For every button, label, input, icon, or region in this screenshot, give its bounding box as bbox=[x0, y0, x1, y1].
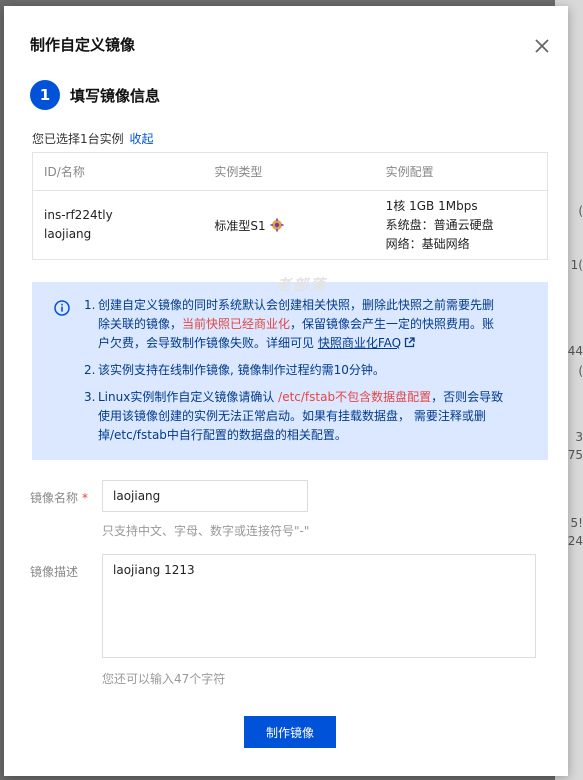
backdrop-text: ( bbox=[578, 204, 583, 218]
config-network: 网络：基础网络 bbox=[385, 236, 470, 251]
char-count-hint: 您还可以输入47个字符 bbox=[102, 672, 226, 686]
required-mark: * bbox=[82, 491, 89, 505]
notice-list: 1. 创建自定义镜像的同时系统默认会创建相关快照，删除此快照之前需要先删除关联的… bbox=[84, 296, 504, 453]
backdrop-text: 3 bbox=[575, 430, 583, 444]
notice-item: 2. 该实例支持在线制作镜像, 镜像制作过程约需10分钟。 bbox=[84, 363, 385, 377]
instance-id: ins-rf224tly bbox=[44, 208, 113, 222]
step-indicator: 1 填写镜像信息 bbox=[30, 80, 160, 110]
instance-name: laojiang bbox=[44, 227, 92, 241]
backdrop-text: 5! bbox=[570, 516, 583, 530]
column-header-config: 实例配置 bbox=[385, 165, 434, 179]
notice-item: 1. 创建自定义镜像的同时系统默认会创建相关快照，删除此快照之前需要先删除关联的… bbox=[84, 298, 495, 350]
image-desc-label: 镜像描述 bbox=[30, 565, 79, 579]
collapse-link[interactable]: 收起 bbox=[129, 132, 153, 146]
backdrop-text: 75 bbox=[567, 448, 583, 462]
instance-type: 标准型S1 bbox=[214, 218, 266, 233]
backdrop-text: 1( bbox=[570, 258, 583, 272]
image-name-input[interactable] bbox=[102, 480, 308, 512]
info-icon bbox=[54, 300, 70, 316]
close-icon[interactable] bbox=[532, 36, 552, 56]
step-title: 填写镜像信息 bbox=[70, 86, 161, 105]
image-name-hint: 只支持中文、字母、数字或连接符号"-" bbox=[102, 524, 310, 538]
selection-text: 您已选择1台实例 bbox=[32, 132, 124, 146]
instance-table: ID/名称 实例类型 实例配置 ins-rf224tly laojiang 标准… bbox=[32, 152, 548, 260]
selection-summary: 您已选择1台实例 收起 bbox=[32, 130, 153, 147]
config-disk: 系统盘：普通云硬盘 bbox=[385, 217, 494, 232]
notice-box: 1. 创建自定义镜像的同时系统默认会创建相关快照，删除此快照之前需要先删除关联的… bbox=[32, 282, 548, 460]
backdrop-text: 24 bbox=[567, 534, 583, 548]
snapshot-faq-link[interactable]: 快照商业化FAQ bbox=[318, 336, 401, 350]
column-header-id: ID/名称 bbox=[44, 165, 85, 179]
column-header-type: 实例类型 bbox=[214, 165, 263, 179]
notice-item: 3. Linux实例制作自定义镜像请确认 /etc/fstab不包含数据盘配置，… bbox=[84, 390, 504, 442]
dialog-title: 制作自定义镜像 bbox=[30, 36, 136, 54]
config-spec: 1核 1GB 1Mbps bbox=[385, 198, 478, 213]
instance-id-cell: ins-rf224tly laojiang bbox=[33, 206, 204, 244]
image-name-label: 镜像名称 * bbox=[30, 491, 89, 505]
instance-type-cell: 标准型S1 bbox=[204, 217, 375, 234]
commercial-warning: 当前快照已经商业化 bbox=[182, 317, 291, 331]
table-header: ID/名称 实例类型 实例配置 bbox=[33, 153, 547, 191]
table-row: ins-rf224tly laojiang 标准型S1 1核 1GB 1Mbps… bbox=[33, 191, 547, 259]
create-image-button[interactable]: 制作镜像 bbox=[244, 716, 336, 748]
instance-config-cell: 1核 1GB 1Mbps 系统盘：普通云硬盘 网络：基础网络 bbox=[376, 197, 547, 254]
fstab-warning: /etc/fstab不包含数据盘配置 bbox=[278, 390, 432, 404]
backdrop-text: ( bbox=[578, 364, 583, 378]
watermark: 老部落 bbox=[276, 276, 328, 294]
create-image-dialog: 制作自定义镜像 1 填写镜像信息 您已选择1台实例 收起 ID/名称 实例类型 … bbox=[4, 6, 568, 776]
backdrop-text: 44 bbox=[567, 344, 583, 358]
instance-type-icon bbox=[270, 218, 284, 232]
external-link-icon[interactable] bbox=[404, 337, 415, 348]
image-desc-textarea[interactable]: laojiang 1213 bbox=[102, 554, 536, 658]
step-number-badge: 1 bbox=[30, 80, 60, 110]
